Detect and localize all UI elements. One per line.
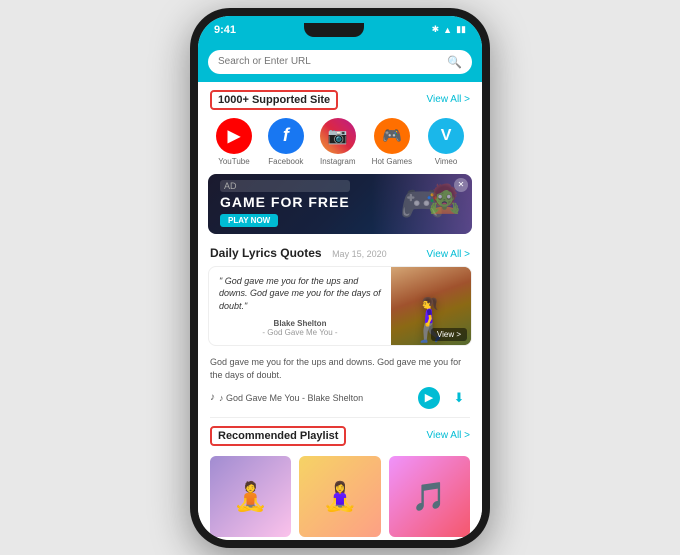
instagram-label: Instagram (320, 157, 356, 166)
ad-text-area: AD GAME FOR FREE PLAY NOW (220, 180, 350, 228)
ad-play-now-btn[interactable]: PLAY NOW (220, 214, 278, 227)
lyrics-view-all[interactable]: View All > (427, 249, 470, 260)
lyrics-text-side: " God gave me you for the ups and downs.… (209, 267, 391, 345)
playlist-item-pop[interactable]: 🎵 The Happiest Pop (389, 456, 470, 540)
notch (304, 23, 364, 37)
hotgames-icon: 🎮 (374, 118, 410, 154)
site-item-facebook[interactable]: f Facebook (268, 118, 304, 166)
download-icon-btn[interactable]: ⬇ (415, 50, 437, 72)
lyrics-attribution: Blake Shelton - God Gave Me You - (219, 319, 381, 337)
phone-screen: 9:41 ✱ ▲ ▮▮ 🔍 ⬇ ♪ 1000+ Supported Site (198, 16, 482, 540)
download-button[interactable]: ⬇ (448, 387, 470, 409)
playlist-view-all[interactable]: View All > (427, 430, 470, 441)
yoga-thumb: 🧘‍♀️ (299, 456, 380, 537)
site-item-youtube[interactable]: ▶ YouTube (216, 118, 252, 166)
playlist-item-meditation[interactable]: 🧘 Classical Meditation (210, 456, 291, 540)
lyrics-image: 🚶‍♀️ View > (391, 267, 471, 345)
song-body-text: God gave me you for the ups and downs. G… (198, 352, 482, 385)
bluetooth-icon: ✱ (432, 24, 440, 35)
header-action-icons: ⬇ ♪ (415, 50, 464, 72)
lyrics-song-ref: - God Gave Me You - (219, 328, 381, 337)
supported-sites-view-all[interactable]: View All > (427, 94, 470, 105)
site-item-vimeo[interactable]: V Vimeo (428, 118, 464, 166)
instagram-icon: 📷 (320, 118, 356, 154)
playlist-item-yoga[interactable]: 🧘‍♀️ Indie Yoga (299, 456, 380, 540)
search-area: 🔍 ⬇ ♪ (198, 44, 482, 82)
lyrics-header: Daily Lyrics Quotes May 15, 2020 View Al… (198, 240, 482, 266)
supported-sites-header: 1000+ Supported Site View All > (198, 82, 482, 114)
song-name: ♪ God Gave Me You - Blake Shelton (219, 393, 363, 403)
meditation-thumb: 🧘 (210, 456, 291, 537)
lyrics-date: May 15, 2020 (332, 249, 387, 259)
youtube-icon: ▶ (216, 118, 252, 154)
lyrics-artist: Blake Shelton (219, 319, 381, 328)
ad-title: GAME FOR FREE (220, 194, 350, 210)
song-name-row: ♪ ♪ God Gave Me You - Blake Shelton (210, 392, 363, 403)
site-item-instagram[interactable]: 📷 Instagram (320, 118, 356, 166)
hotgames-label: Hot Games (372, 157, 412, 166)
music-note-icon: ♪ (210, 392, 215, 403)
vimeo-icon: V (428, 118, 464, 154)
pop-thumb: 🎵 (389, 456, 470, 537)
phone-frame: 9:41 ✱ ▲ ▮▮ 🔍 ⬇ ♪ 1000+ Supported Site (190, 8, 490, 548)
playlist-grid: 🧘 Classical Meditation 🧘‍♀️ Indie Yoga 🎵… (198, 450, 482, 540)
song-controls-row: ♪ ♪ God Gave Me You - Blake Shelton ▶ ⬇ (198, 385, 482, 417)
search-input[interactable] (218, 56, 441, 67)
facebook-label: Facebook (268, 157, 303, 166)
site-icons-row: ▶ YouTube f Facebook 📷 Instagram 🎮 Hot G… (198, 114, 482, 174)
status-time: 9:41 (214, 24, 236, 36)
lyrics-card[interactable]: " God gave me you for the ups and downs.… (208, 266, 472, 346)
playlist-title: Recommended Playlist (210, 426, 346, 446)
music-icon-btn[interactable]: ♪ (442, 50, 464, 72)
status-bar: 9:41 ✱ ▲ ▮▮ (198, 16, 482, 44)
ad-tag: AD (220, 180, 350, 192)
youtube-label: YouTube (218, 157, 249, 166)
playlist-header: Recommended Playlist View All > (198, 418, 482, 450)
wifi-icon: ▲ (443, 25, 452, 35)
ad-close-btn[interactable]: ✕ (454, 178, 468, 192)
battery-icon: ▮▮ (456, 24, 466, 35)
vimeo-label: Vimeo (435, 157, 458, 166)
play-button[interactable]: ▶ (418, 387, 440, 409)
scroll-content: 1000+ Supported Site View All > ▶ YouTub… (198, 82, 482, 540)
site-item-hotgames[interactable]: 🎮 Hot Games (372, 118, 412, 166)
facebook-icon: f (268, 118, 304, 154)
lyrics-title-group: Daily Lyrics Quotes May 15, 2020 (210, 244, 387, 262)
lyrics-view-btn[interactable]: View > (431, 328, 467, 341)
song-ctrl-icons: ▶ ⬇ (418, 387, 470, 409)
lyrics-title: Daily Lyrics Quotes (210, 246, 322, 260)
ad-banner[interactable]: AD GAME FOR FREE PLAY NOW 🎮 🧟 ✕ (208, 174, 472, 234)
supported-sites-title: 1000+ Supported Site (210, 90, 338, 110)
lyrics-quote: " God gave me you for the ups and downs.… (219, 275, 381, 313)
status-icons: ✱ ▲ ▮▮ (432, 24, 466, 35)
